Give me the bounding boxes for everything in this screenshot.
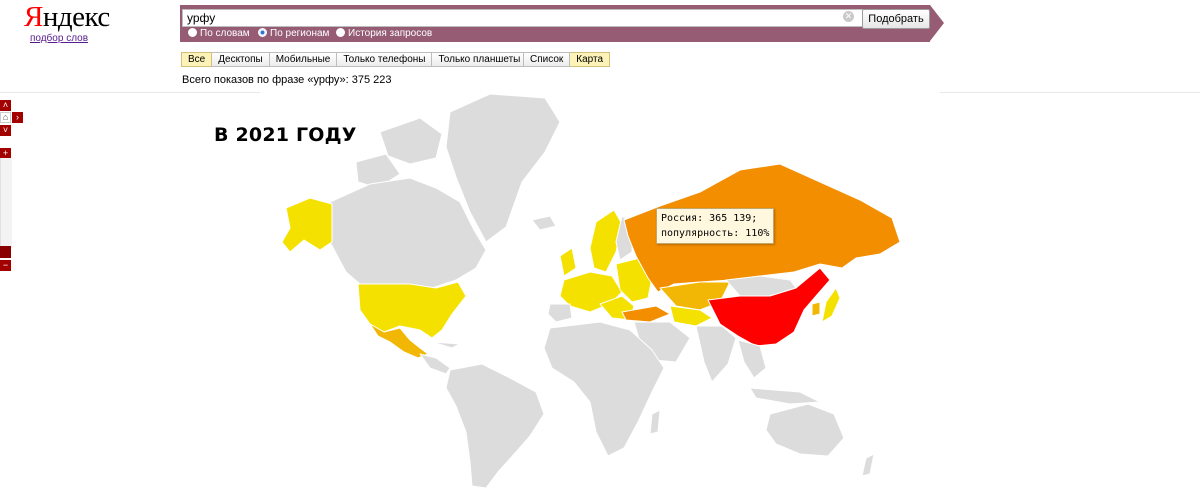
region-new-zealand[interactable] xyxy=(861,453,875,477)
tab-desktops[interactable]: Десктопы xyxy=(212,52,270,67)
tab-tablets-only[interactable]: Только планшеты xyxy=(432,52,528,67)
mode-label: По словам xyxy=(200,28,250,39)
tab-mobile[interactable]: Мобильные xyxy=(269,52,338,67)
region-central-america[interactable] xyxy=(419,353,451,375)
tooltip-line: Россия: 365 139; xyxy=(661,213,758,224)
yandex-logo[interactable]: Яндекс подбор слов xyxy=(24,1,110,44)
tab-all[interactable]: Все xyxy=(181,52,213,67)
region-alaska[interactable] xyxy=(281,197,333,253)
logo-first-letter: Я xyxy=(24,1,43,33)
search-input[interactable]: урфу xyxy=(182,9,864,27)
radio-icon xyxy=(336,28,345,37)
tooltip-line: популярность: 110% xyxy=(661,228,770,239)
region-madagascar[interactable] xyxy=(649,409,661,435)
tab-list[interactable]: Список xyxy=(523,52,571,67)
search-submit-button[interactable]: Подобрать xyxy=(862,9,930,29)
logo-rest: ндекс xyxy=(42,1,110,33)
zoom-slider-handle[interactable] xyxy=(0,246,11,258)
region-indonesia[interactable] xyxy=(749,387,821,405)
region-iberia[interactable] xyxy=(547,303,573,323)
mode-label: История запросов xyxy=(348,28,433,39)
wordstat-link[interactable]: подбор слов xyxy=(24,33,94,44)
region-korea[interactable] xyxy=(811,301,821,317)
clear-icon[interactable]: ✕ xyxy=(843,11,854,22)
pan-down-icon[interactable]: ˅ xyxy=(0,125,11,136)
region-uk[interactable] xyxy=(559,247,577,277)
region-tooltip: Россия: 365 139; популярность: 110% xyxy=(656,208,775,244)
search-bar-arrow xyxy=(930,5,944,41)
total-impressions: Всего показов по фразе «урфу»: 375 223 xyxy=(182,74,392,86)
region-japan[interactable] xyxy=(821,287,841,323)
mode-history[interactable]: История запросов xyxy=(336,28,432,39)
region-cuba[interactable] xyxy=(431,341,461,349)
region-iceland[interactable] xyxy=(531,215,557,231)
region-australia[interactable] xyxy=(765,403,845,457)
mode-by-words[interactable]: По словам xyxy=(188,28,250,39)
region-india[interactable] xyxy=(695,325,737,383)
zoom-out-button[interactable]: − xyxy=(0,260,11,271)
home-icon[interactable]: ⌂ xyxy=(0,112,11,123)
region-canada-islands[interactable] xyxy=(379,117,443,165)
tab-phones-only[interactable]: Только телефоны xyxy=(337,52,433,67)
mode-by-regions[interactable]: По регионам xyxy=(258,28,329,39)
radio-icon xyxy=(188,28,197,37)
pan-up-icon[interactable]: ˄ xyxy=(0,100,11,111)
world-map xyxy=(260,92,940,490)
tab-map[interactable]: Карта xyxy=(570,52,611,67)
region-south-america[interactable] xyxy=(445,363,545,489)
region-central-asia[interactable] xyxy=(669,305,713,327)
pan-right-icon[interactable]: › xyxy=(12,112,23,123)
radio-checked-icon xyxy=(258,28,267,37)
mode-label: По регионам xyxy=(270,28,330,39)
device-tabs: Все Десктопы Мобильные Только телефоны Т… xyxy=(181,52,528,67)
logo-wordmark: Яндекс xyxy=(24,1,110,33)
view-tabs: Список Карта xyxy=(523,52,611,67)
map-overlay-title: В 2021 ГОДУ xyxy=(214,124,357,146)
zoom-slider-track[interactable] xyxy=(0,158,12,248)
